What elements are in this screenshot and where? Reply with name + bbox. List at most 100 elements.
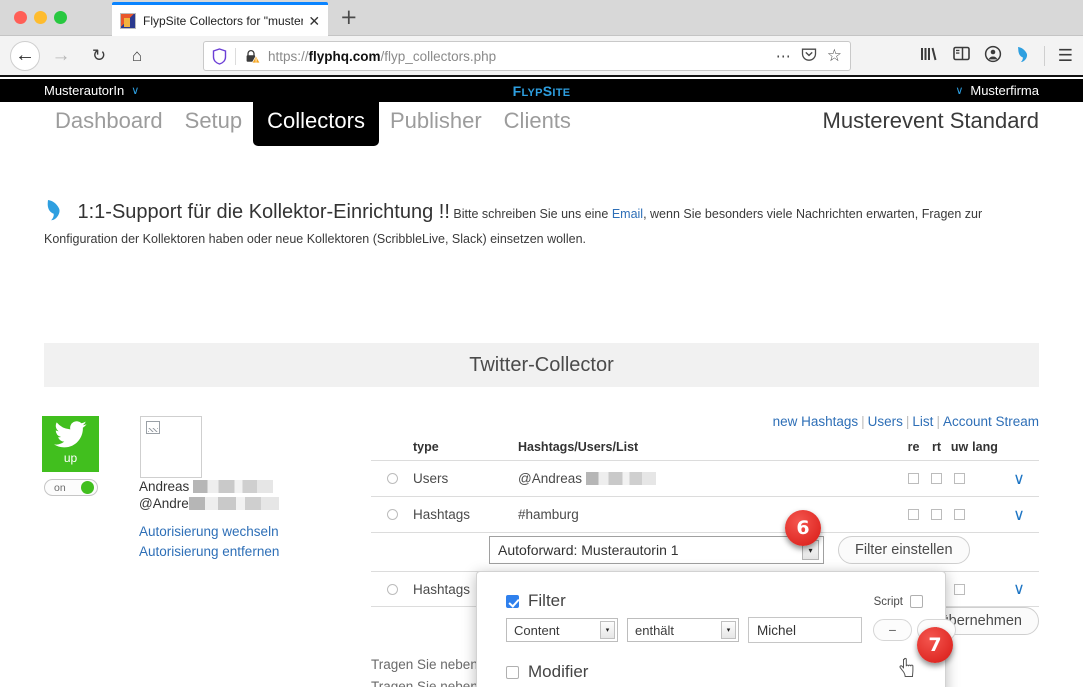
favicon-icon bbox=[120, 12, 136, 29]
autoforward-select[interactable]: Autoforward: Musterautorin 1 ▾ bbox=[489, 536, 824, 564]
new-users-link[interactable]: Users bbox=[868, 414, 903, 429]
filter-checkbox-row: Filter bbox=[506, 591, 566, 611]
twitter-collector-tile[interactable]: up bbox=[42, 416, 99, 472]
header-type: type bbox=[413, 440, 439, 454]
shield-icon[interactable] bbox=[212, 47, 227, 65]
maximize-window-button[interactable] bbox=[54, 11, 67, 24]
row-re-checkbox[interactable] bbox=[902, 509, 925, 520]
brand-s: S bbox=[542, 82, 553, 99]
row-re-checkbox[interactable] bbox=[902, 473, 925, 484]
home-icon[interactable]: ⌂ bbox=[120, 41, 154, 71]
window-controls[interactable] bbox=[14, 11, 67, 24]
radio-icon[interactable] bbox=[386, 509, 398, 520]
reload-icon[interactable]: ↻ bbox=[82, 41, 116, 71]
new-account-stream-link[interactable]: Account Stream bbox=[943, 414, 1039, 429]
account-icon[interactable] bbox=[984, 45, 1002, 68]
chevron-down-icon[interactable]: ▾ bbox=[721, 621, 736, 639]
table-header-row: type Hashtags/Users/List re rt uw lang bbox=[371, 434, 1039, 461]
help-line-2-a: Tragen Sie neben bbox=[371, 678, 482, 687]
twitter-icon bbox=[53, 421, 87, 448]
bookmark-star-icon[interactable]: ☆ bbox=[827, 46, 842, 66]
lock-warning-icon[interactable] bbox=[244, 48, 261, 65]
radio-icon[interactable] bbox=[386, 583, 398, 595]
nav-item-dashboard[interactable]: Dashboard bbox=[44, 102, 174, 142]
filter-field-select[interactable]: Content ▾ bbox=[506, 618, 618, 642]
pocket-icon[interactable] bbox=[801, 46, 817, 67]
nav-items: Dashboard Setup Collectors Publisher Cli… bbox=[44, 100, 582, 147]
filter-checkbox[interactable] bbox=[506, 594, 519, 608]
filter-controls-row: Content ▾ enthält ▾ Michel − + bbox=[506, 617, 956, 643]
new-collector-links: new Hashtags | Users | List | Account Stream bbox=[773, 414, 1039, 429]
row-uw-checkbox[interactable] bbox=[948, 473, 971, 484]
url-domain: flyphq.com bbox=[308, 48, 381, 64]
remove-authorization-link[interactable]: Autorisierung entfernen bbox=[139, 542, 279, 562]
browser-window: FlypSite Collectors for "musterf ✕ + ← →… bbox=[0, 0, 1083, 687]
row-select[interactable] bbox=[371, 509, 413, 520]
main-navigation: Dashboard Setup Collectors Publisher Cli… bbox=[0, 100, 1083, 157]
checkbox-icon[interactable] bbox=[954, 473, 965, 484]
modifier-checkbox[interactable] bbox=[506, 665, 519, 679]
library-icon[interactable] bbox=[919, 45, 939, 68]
change-authorization-link[interactable]: Autorisierung wechseln bbox=[139, 522, 279, 542]
row-uw-checkbox[interactable] bbox=[948, 583, 971, 595]
checkbox-icon[interactable] bbox=[954, 583, 965, 595]
brand-ite: ITE bbox=[552, 86, 571, 99]
row-type: Users bbox=[413, 471, 449, 486]
nav-item-publisher[interactable]: Publisher bbox=[379, 102, 493, 142]
collector-toggle[interactable]: on bbox=[44, 479, 98, 496]
new-tab-button[interactable]: + bbox=[340, 7, 358, 28]
back-icon[interactable]: ← bbox=[10, 40, 40, 71]
row-uw-checkbox[interactable] bbox=[948, 509, 971, 520]
toggle-knob[interactable] bbox=[81, 481, 94, 494]
support-email-link[interactable]: Email bbox=[612, 207, 643, 221]
url-path: /flyp_collectors.php bbox=[380, 48, 497, 64]
script-checkbox[interactable] bbox=[910, 595, 923, 608]
tab-title: FlypSite Collectors for "musterf bbox=[143, 13, 303, 28]
chevron-down-icon[interactable]: ∨ bbox=[999, 579, 1039, 599]
nav-item-clients[interactable]: Clients bbox=[493, 102, 582, 142]
table-row[interactable]: Users @Andreas ∨ bbox=[371, 461, 1039, 497]
checkbox-icon[interactable] bbox=[908, 473, 919, 484]
chevron-down-icon[interactable]: ∨ bbox=[999, 469, 1039, 489]
sidebar-icon[interactable] bbox=[952, 45, 971, 67]
row-rt-checkbox[interactable] bbox=[925, 509, 948, 520]
topbar-company[interactable]: ∨ Musterfirma bbox=[955, 83, 1039, 98]
minimize-window-button[interactable] bbox=[34, 11, 47, 24]
checkbox-icon[interactable] bbox=[931, 473, 942, 484]
new-list-link[interactable]: List bbox=[912, 414, 933, 429]
close-window-button[interactable] bbox=[14, 11, 27, 24]
row-select[interactable] bbox=[371, 583, 413, 595]
page-actions-icon[interactable]: ⋯ bbox=[776, 47, 791, 65]
browser-tab[interactable]: FlypSite Collectors for "musterf ✕ bbox=[112, 2, 328, 36]
remove-filter-button[interactable]: − bbox=[873, 619, 912, 641]
row-rt-checkbox[interactable] bbox=[925, 473, 948, 484]
browser-toolbar: ← → ↻ ⌂ https://flyphq.com/flyp_collecto… bbox=[0, 36, 1083, 77]
filter-operator-value: enthält bbox=[635, 622, 675, 638]
filter-operator-select[interactable]: enthält ▾ bbox=[627, 618, 739, 642]
close-tab-icon[interactable]: ✕ bbox=[307, 14, 322, 28]
site-logo: FLYPSITE bbox=[0, 83, 1083, 99]
separator: | bbox=[936, 414, 940, 429]
table-row[interactable]: Hashtags #hamburg ∨ bbox=[371, 497, 1039, 533]
filter-value-input[interactable]: Michel bbox=[748, 617, 862, 643]
nav-item-collectors[interactable]: Collectors bbox=[253, 100, 379, 146]
checkbox-icon[interactable] bbox=[954, 509, 965, 520]
help-line-1-a: Tragen Sie neben bbox=[371, 657, 482, 672]
address-bar[interactable]: https://flyphq.com/flyp_collectors.php ⋯… bbox=[203, 41, 851, 71]
autoforward-select-value: Autoforward: Musterautorin 1 bbox=[498, 542, 679, 558]
row-select[interactable] bbox=[371, 473, 413, 484]
radio-icon[interactable] bbox=[386, 473, 398, 484]
chevron-down-icon[interactable]: ∨ bbox=[999, 505, 1039, 525]
new-hashtags-link[interactable]: new Hashtags bbox=[773, 414, 859, 429]
checkbox-icon[interactable] bbox=[908, 509, 919, 520]
menu-icon[interactable]: ☰ bbox=[1058, 46, 1073, 66]
checkbox-icon[interactable] bbox=[931, 509, 942, 520]
nav-item-setup[interactable]: Setup bbox=[174, 102, 254, 142]
autoforward-row: Autoforward: Musterautorin 1 ▾ Filter ei… bbox=[489, 536, 970, 564]
address-bar-actions: ⋯ ☆ bbox=[776, 46, 842, 67]
forward-icon[interactable]: → bbox=[44, 41, 78, 71]
filter-settings-button[interactable]: Filter einstellen bbox=[838, 536, 970, 564]
chevron-down-icon[interactable]: ∨ bbox=[955, 84, 963, 97]
chevron-down-icon[interactable]: ▾ bbox=[600, 621, 615, 639]
dolphin-extension-icon[interactable] bbox=[1015, 45, 1031, 68]
